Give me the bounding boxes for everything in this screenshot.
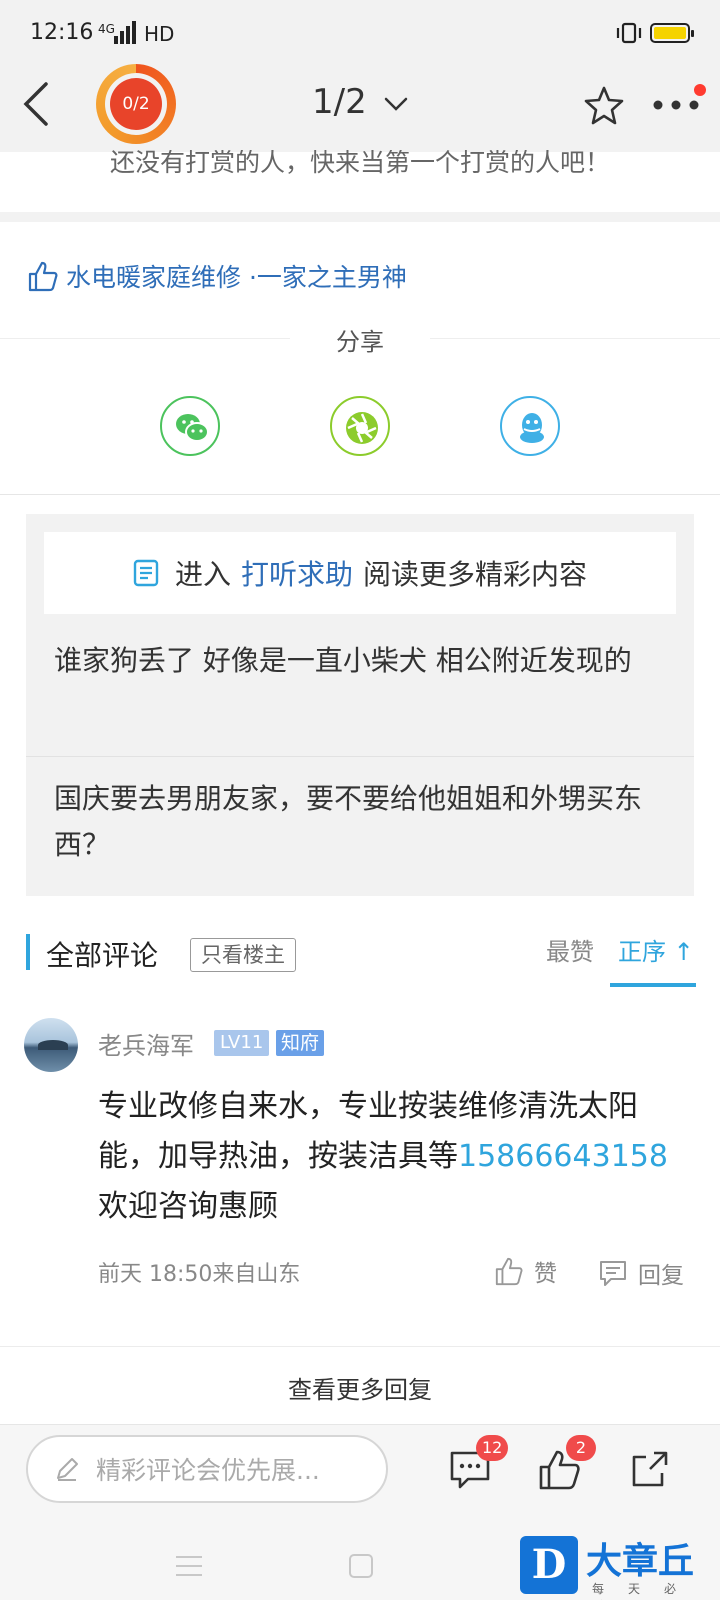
share-title: 分享 <box>0 322 720 357</box>
avatar[interactable] <box>24 1018 78 1072</box>
board-name-link[interactable]: 打听求助 <box>241 553 353 593</box>
more-icon[interactable] <box>652 98 700 112</box>
like-label: 赞 <box>534 1261 557 1287</box>
qq-icon <box>520 413 544 443</box>
home-icon[interactable] <box>349 1554 373 1578</box>
thumbs-up-icon <box>28 261 58 292</box>
comment-count-badge: 12 <box>476 1435 509 1461</box>
enter-board-link[interactable]: 进入 打听求助 阅读更多精彩内容 <box>44 532 676 614</box>
section-divider <box>0 212 720 222</box>
notification-dot <box>694 84 706 96</box>
sort-asc-tab[interactable]: 正序 ↑ <box>618 932 694 967</box>
share-moments-button[interactable] <box>330 396 390 456</box>
wechat-icon <box>176 414 209 442</box>
level-badge: LV11 <box>214 1030 270 1056</box>
related-posts: 进入 打听求助 阅读更多精彩内容 谁家狗丢了 好像是一直小柴犬 相公附近发现的 … <box>26 514 694 896</box>
reward-progress-badge[interactable]: 0/2 <box>96 64 176 144</box>
comment-placeholder: 精彩评论会优先展... <box>96 1456 320 1485</box>
share-title-text: 分享 <box>336 328 384 356</box>
reward-progress-label: 0/2 <box>110 78 162 130</box>
active-tab-indicator <box>610 983 696 987</box>
status-bar: 12:16 4G HD <box>0 0 720 60</box>
battery-icon <box>650 23 694 43</box>
phone-link[interactable]: 15866643158 <box>458 1139 668 1174</box>
topic-label: 水电暖家庭维修 ·一家之主男神 <box>66 263 407 292</box>
sort-hot-tab[interactable]: 最赞 <box>546 932 594 967</box>
watermark: D 大章丘 每天必看 <box>520 1536 720 1600</box>
bottom-action-bar: 精彩评论会优先展... 12 2 <box>0 1424 720 1522</box>
related-post-item[interactable]: 谁家狗丢了 好像是一直小柴犬 相公附近发现的 <box>54 638 674 684</box>
only-op-button[interactable]: 只看楼主 <box>190 938 296 972</box>
comment-bubble-icon <box>600 1261 626 1286</box>
section-divider <box>0 494 720 495</box>
page-indicator[interactable]: 1/2 <box>312 82 367 122</box>
section-divider <box>0 1346 720 1347</box>
comment-meta: 前天 18:50来自山东 <box>98 1262 301 1287</box>
share-qq-button[interactable] <box>500 396 560 456</box>
enter-prefix: 进入 <box>174 558 231 591</box>
title-badge: 知府 <box>276 1030 325 1056</box>
comments-title: 全部评论 <box>46 939 159 972</box>
document-icon <box>133 559 159 587</box>
reply-button[interactable]: 回复 <box>598 1256 684 1290</box>
watermark-slogan: 每天必看 <box>592 1582 701 1600</box>
top-nav: 0/2 1/2 <box>0 60 720 152</box>
vibrate-icon <box>616 22 642 44</box>
more-replies-link[interactable]: 查看更多回复 <box>0 1370 720 1405</box>
watermark-name: 大章丘 <box>586 1541 695 1582</box>
share-icon[interactable] <box>628 1447 672 1491</box>
reply-label: 回复 <box>638 1263 684 1289</box>
comment-text-end: 欢迎咨询惠顾 <box>98 1189 278 1224</box>
topic-link[interactable]: 水电暖家庭维修 ·一家之主男神 <box>28 256 407 296</box>
signal-icon <box>114 20 142 44</box>
comment-body: 专业改修自来水，专业按装维修清洗太阳能，加导热油，按装洁具等1586664315… <box>98 1082 684 1232</box>
like-count-badge: 2 <box>566 1435 596 1461</box>
watermark-logo: D <box>520 1536 578 1594</box>
related-post-item[interactable]: 国庆要去男朋友家，要不要给他姐姐和外甥买东西？ <box>54 776 674 868</box>
status-time: 12:16 <box>30 20 94 45</box>
related-divider <box>26 756 694 757</box>
thumbs-up-icon <box>495 1257 523 1286</box>
moments-icon <box>346 412 378 444</box>
share-wechat-button[interactable] <box>160 396 220 456</box>
comment-username[interactable]: 老兵海军 <box>98 1026 194 1061</box>
menu-icon[interactable] <box>176 1556 202 1578</box>
reward-text: 还没有打赏的人，快来当第一个打赏的人吧！ <box>109 150 610 177</box>
sort-arrow-icon: ↑ <box>673 938 694 966</box>
network-type: 4G <box>98 22 115 36</box>
section-accent-bar <box>26 934 30 970</box>
pencil-icon <box>57 1458 78 1481</box>
chevron-down-icon[interactable] <box>382 90 410 118</box>
enter-suffix: 阅读更多精彩内容 <box>363 558 588 591</box>
comment-input[interactable]: 精彩评论会优先展... <box>26 1435 388 1503</box>
system-nav-bar: D 大章丘 每天必看 <box>0 1522 720 1600</box>
like-button[interactable]: 赞 <box>494 1254 557 1288</box>
back-icon[interactable] <box>18 78 58 130</box>
hd-label: HD <box>144 22 175 46</box>
star-icon[interactable] <box>582 84 626 128</box>
sort-asc-label: 正序 <box>618 938 666 966</box>
